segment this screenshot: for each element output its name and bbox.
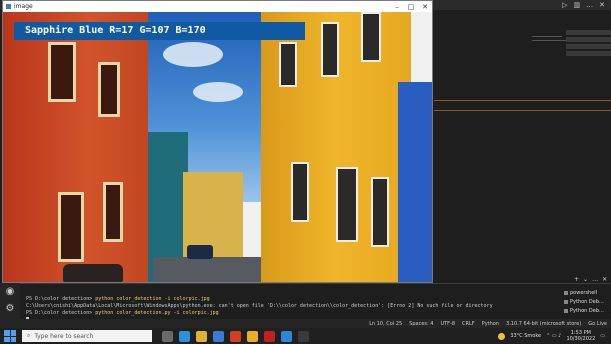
yellow-building-window <box>291 162 309 222</box>
yellow-building-door <box>371 177 389 247</box>
cursor-position[interactable]: Ln 10, Col 25 <box>369 321 402 327</box>
outline-item[interactable] <box>566 30 611 35</box>
red-building-door <box>58 192 84 262</box>
blue-building <box>398 82 432 282</box>
terminal-line: PS D:\color detection> python color_dete… <box>26 310 219 316</box>
terminal-icon <box>564 308 568 313</box>
new-terminal-icon[interactable]: + <box>574 276 579 283</box>
windows-start-icon[interactable] <box>4 330 16 342</box>
line-ending[interactable]: CRLF <box>462 321 475 327</box>
outline-item[interactable] <box>566 44 611 49</box>
split-editor-icon[interactable]: ▥ <box>574 1 581 9</box>
tray-icons[interactable]: ⌃ ▭ ♪ <box>546 333 561 339</box>
cloud <box>193 82 243 102</box>
taskbar-apps <box>162 330 309 342</box>
yellow-building <box>261 12 411 282</box>
status-bar: Ln 10, Col 25 Spaces: 4 UTF-8 CRLF Pytho… <box>0 319 611 328</box>
desktop: ▷ ▥ … ✕ image – □ ✕ Sapphire Blue R=17 G… <box>0 0 611 344</box>
red-building-window <box>98 62 120 117</box>
taskbar: ⌕ Type here to search 33°C Smoke ⌃ ▭ ♪ 1… <box>0 328 611 344</box>
terminal-line: C:\Users\cnishi\AppData\Local\Microsoft\… <box>26 303 493 309</box>
terminal-icon <box>564 290 568 295</box>
terminal-controls: + ⌄ … ✕ <box>574 276 607 283</box>
app-icon <box>6 4 11 9</box>
edge-icon[interactable] <box>179 330 190 342</box>
terminal-icon <box>564 299 568 304</box>
system-tray: 33°C Smoke ⌃ ▭ ♪ 1:53 PM 10/30/2022 ▭ <box>498 330 611 342</box>
account-icon[interactable]: ◉ <box>4 286 16 298</box>
outline-item[interactable] <box>566 51 611 56</box>
maximize-button[interactable]: □ <box>404 3 418 11</box>
terminal-tab-python-debug[interactable]: Python Deb... <box>564 306 611 315</box>
file-explorer-icon[interactable] <box>196 330 207 342</box>
color-name-label: Sapphire Blue R=17 G=107 B=170 <box>14 22 305 40</box>
terminal-tab-powershell[interactable]: powershell <box>564 288 611 297</box>
run-icon[interactable]: ▷ <box>562 1 567 9</box>
app-icon[interactable] <box>298 330 309 342</box>
go-live-button[interactable]: Go Live <box>588 321 607 327</box>
yellow-building-window <box>361 12 381 62</box>
cloud <box>163 42 223 67</box>
store-icon[interactable] <box>213 330 224 342</box>
chrome-icon[interactable] <box>247 330 258 342</box>
minimap-line <box>532 36 562 37</box>
highlight-line <box>434 100 611 101</box>
gear-icon[interactable]: ⚙ <box>4 303 16 315</box>
weather-icon[interactable] <box>498 332 506 340</box>
notification-icon[interactable]: ▭ <box>600 333 605 339</box>
red-building-window <box>48 42 76 102</box>
car <box>187 245 213 259</box>
activity-bar: ◉ ⚙ <box>0 283 20 319</box>
chevron-down-icon[interactable]: ⌄ <box>583 276 588 283</box>
close-icon[interactable]: ✕ <box>599 1 605 9</box>
close-icon[interactable]: ✕ <box>602 276 607 283</box>
taskbar-search[interactable]: ⌕ Type here to search <box>22 330 152 342</box>
image-window-titlebar[interactable]: image – □ ✕ <box>3 1 432 12</box>
more-icon[interactable]: … <box>592 276 598 283</box>
terminal-tabs: powershell Python Deb... Python Deb... <box>564 288 611 315</box>
yellow-building-window <box>321 22 339 77</box>
encoding[interactable]: UTF-8 <box>440 321 455 327</box>
window-title: image <box>14 3 33 10</box>
app-icon[interactable] <box>264 330 275 342</box>
task-view-icon[interactable] <box>162 330 173 342</box>
red-building <box>3 12 148 282</box>
outline-panel <box>566 30 611 70</box>
interpreter[interactable]: 3.10.7 64-bit (microsoft store) <box>506 321 581 327</box>
outline-item[interactable] <box>566 37 611 42</box>
minimize-button[interactable]: – <box>390 3 404 11</box>
yellow-building-window <box>279 42 297 87</box>
terminal-tab-python-debug[interactable]: Python Deb... <box>564 297 611 306</box>
search-icon: ⌕ <box>27 332 31 339</box>
indentation[interactable]: Spaces: 4 <box>409 321 433 327</box>
image-canvas[interactable]: Sapphire Blue R=17 G=107 B=170 <box>3 12 432 282</box>
red-building-door <box>103 182 123 242</box>
office-icon[interactable] <box>230 330 241 342</box>
weather-text[interactable]: 33°C Smoke <box>510 333 541 339</box>
close-button[interactable]: ✕ <box>418 3 432 11</box>
search-placeholder: Type here to search <box>34 332 94 340</box>
scooter <box>63 264 123 282</box>
terminal-line: PS D:\color detection> python color_dete… <box>26 296 210 302</box>
clock[interactable]: 1:53 PM 10/30/2022 <box>566 330 595 342</box>
yellow-building-door <box>336 167 358 242</box>
more-icon[interactable]: … <box>586 1 593 9</box>
vscode-icon[interactable] <box>281 330 292 342</box>
vscode-toolbar: ▷ ▥ … ✕ <box>562 1 605 9</box>
highlight-line <box>434 110 611 111</box>
language-mode[interactable]: Python <box>482 321 499 327</box>
image-window[interactable]: image – □ ✕ Sapphire Blue R=17 G=107 B=1… <box>2 0 433 283</box>
